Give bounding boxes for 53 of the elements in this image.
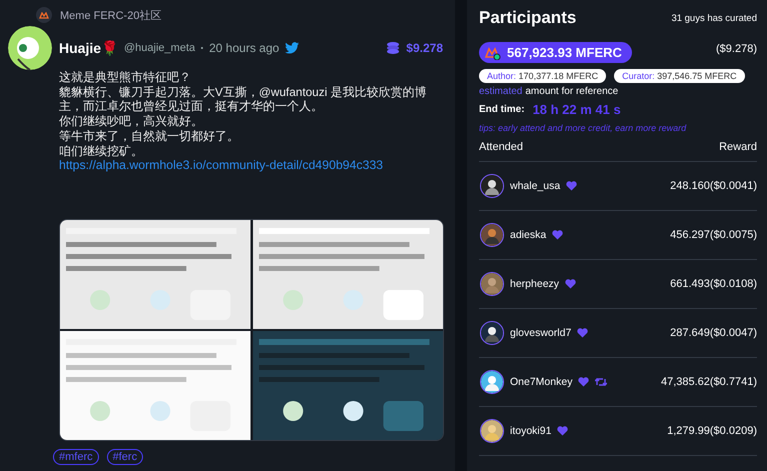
curator-share: Curator: 397,546.75 MFERC (614, 69, 745, 83)
total-usd: ($9.278) (716, 43, 757, 55)
author-handle: @huajie_meta (124, 42, 196, 54)
heart-icon[interactable] (566, 181, 578, 191)
post-link[interactable]: https://alpha.wormhole3.io/community-detail/cd490b94c333 (59, 158, 443, 174)
post-time: 20 hours ago (209, 41, 280, 55)
end-time-label: End time: (479, 104, 525, 115)
avatar-icon[interactable] (480, 370, 504, 394)
post-text: 咱们继续挖矿。 (59, 144, 144, 158)
estimated-label: estimated (479, 86, 522, 97)
panel-title: Participants (479, 8, 576, 28)
avatar-icon[interactable] (480, 419, 504, 443)
avatar-icon[interactable] (480, 174, 504, 198)
tips-text: tips: early attend and more credit, earn more reward (479, 123, 688, 133)
heart-icon[interactable] (565, 279, 576, 289)
total-amount: 567,923.93 MFERC (479, 42, 632, 63)
reward-amount: 287.649($0.0047) (670, 327, 757, 339)
post-reward: $9.278 (406, 41, 443, 55)
coin-stack-icon (386, 42, 400, 54)
heart-icon[interactable] (577, 328, 588, 338)
end-time-value: 18 h 22 m 41 s (532, 102, 621, 117)
user-name[interactable]: One7Monkey (510, 376, 572, 388)
post-text: 貔貅横行、镰刀手起刀落。大V互撕，@wufantouzi 是我比较欣赏的博主，而江卓尔也曾经见过面，挺有才华的一个人。 (59, 84, 428, 114)
token-icon (485, 46, 501, 60)
avatar-icon[interactable] (480, 272, 504, 296)
reward-amount: 1,279.99($0.0209) (667, 425, 757, 437)
reward-amount: 248.160($0.0041) (670, 180, 757, 192)
community-icon (36, 7, 52, 23)
post-text: 这就是典型熊市特征吧？ (59, 70, 192, 85)
reference-note: amount for reference (525, 86, 618, 97)
reward-amount: 661.493($0.0108) (670, 278, 757, 290)
avatar-icon[interactable] (480, 321, 504, 345)
user-name[interactable]: whale_usa (510, 180, 560, 192)
user-name[interactable]: herpheezy (510, 278, 560, 290)
bird-icon[interactable] (285, 42, 300, 54)
post-text: 你们继续吵吧，高兴就好。 (59, 114, 204, 129)
heart-icon[interactable] (578, 377, 590, 387)
avatar-icon[interactable] (8, 26, 52, 70)
user-name[interactable]: itoyoki91 (510, 425, 552, 437)
reward-amount: 456.297($0.0075) (670, 229, 757, 241)
curated-count: 31 guys has curated (671, 12, 757, 24)
user-name[interactable]: glovesworld7 (510, 327, 572, 339)
reward-amount: 47,385.62($0.7741) (660, 376, 757, 388)
user-name[interactable]: adieska (510, 229, 546, 241)
post-text: 等牛市来了，自然就一切都好了。 (59, 128, 240, 144)
heart-icon[interactable] (552, 230, 564, 240)
avatar-icon[interactable] (480, 223, 504, 247)
community-name[interactable]: Meme FERC-20社区 (60, 8, 162, 22)
author-name[interactable]: Huajie🌹 (59, 40, 118, 56)
heart-icon[interactable] (557, 426, 568, 436)
column-header: Reward (719, 141, 757, 153)
column-header: Attended (479, 141, 524, 153)
author-share: Author: 170,377.18 MFERC (479, 69, 606, 83)
